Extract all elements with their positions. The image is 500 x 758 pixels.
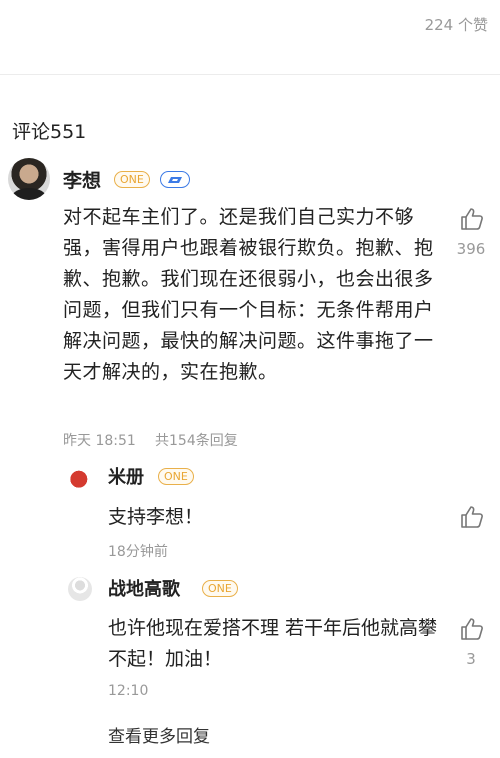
thumbs-up-icon[interactable] <box>458 504 486 534</box>
comment-text: 对不起车主们了。还是我们自己实力不够强，害得用户也跟着被银行欺负。抱歉、抱歉、抱… <box>63 206 434 383</box>
more-replies-link[interactable]: 查看更多回复 <box>108 722 210 747</box>
car-badge-icon <box>160 171 190 188</box>
avatar[interactable] <box>8 158 50 200</box>
comment-username[interactable]: 李想 <box>63 166 101 193</box>
one-badge: ONE <box>114 171 150 188</box>
thumbs-up-icon[interactable] <box>458 616 486 646</box>
avatar[interactable] <box>68 466 92 490</box>
comments-section-title: 评论551 <box>12 121 87 143</box>
divider <box>0 74 500 75</box>
reply-time: 12:10 <box>108 683 149 699</box>
one-badge: ONE <box>202 580 238 597</box>
thumbs-up-icon[interactable] <box>458 206 486 236</box>
like-count-header: 224 个赞 <box>424 16 488 34</box>
reply-count-link[interactable]: 共154条回复 <box>155 430 238 450</box>
reply-text: 支持李想！ <box>108 506 204 528</box>
comment-time: 昨天 18:51 <box>63 433 136 449</box>
like-count: 396 <box>456 240 486 258</box>
like-count: 3 <box>466 650 476 668</box>
reply-username[interactable]: 战地高歌 <box>108 575 180 601</box>
reply-username[interactable]: 米册 <box>108 463 144 489</box>
one-badge: ONE <box>158 468 194 485</box>
reply-text: 也许他现在爱搭不理 若干年后他就高攀不起！加油！ <box>108 617 438 670</box>
reply-time: 18分钟前 <box>108 544 168 560</box>
avatar[interactable] <box>68 577 92 601</box>
